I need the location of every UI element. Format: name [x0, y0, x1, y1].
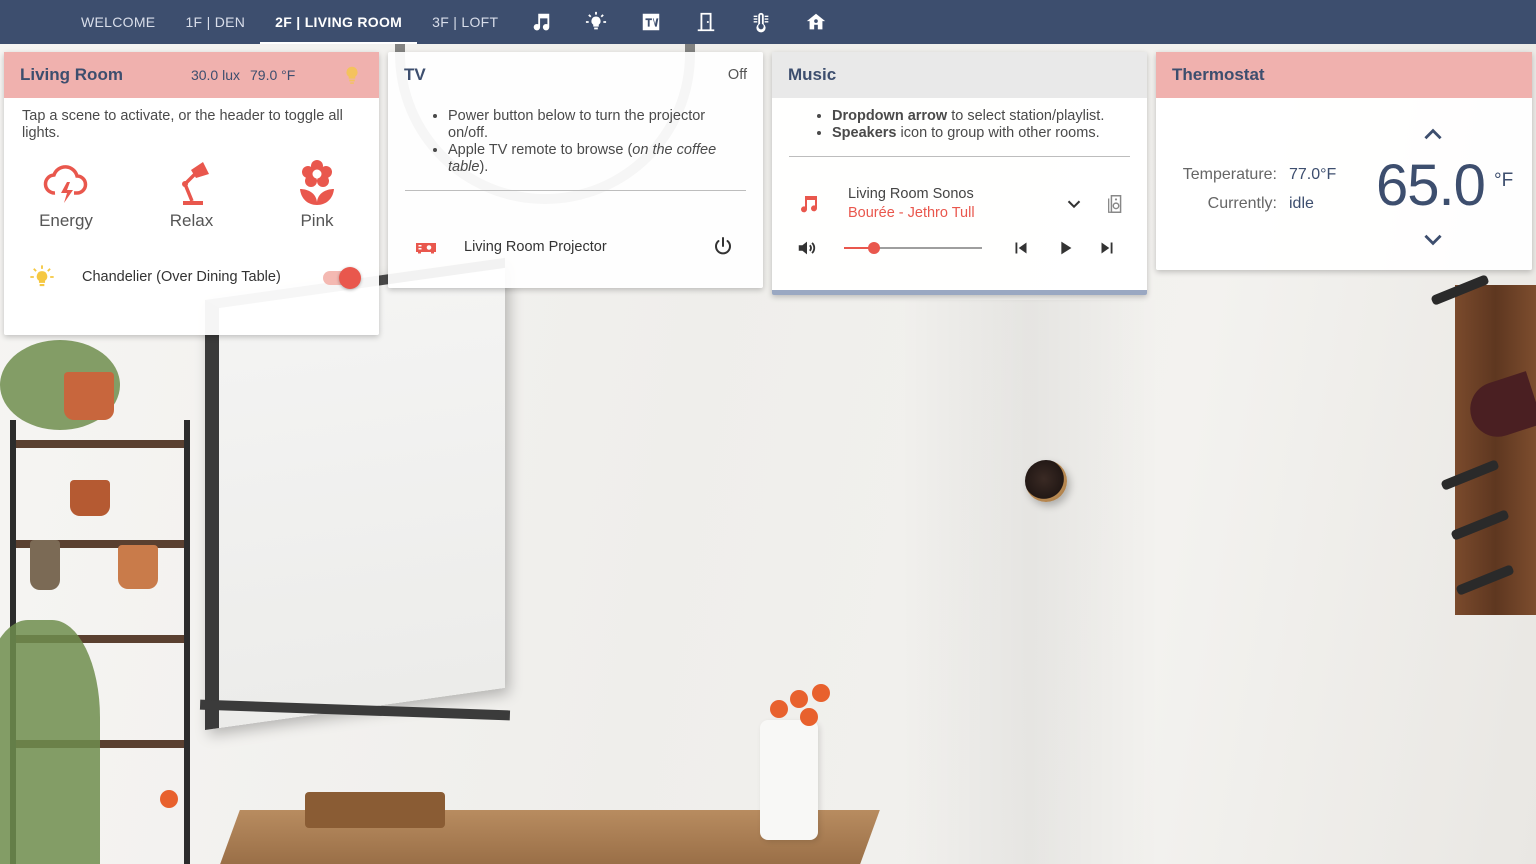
card-title: Living Room	[20, 65, 123, 84]
music-note-icon[interactable]	[513, 0, 568, 44]
living-room-header[interactable]: Living Room 30.0 lux 79.0 °F	[4, 52, 379, 98]
media-player-row: Living Room Sonos Bourée - Jethro Tull	[772, 157, 1147, 223]
list-item: Apple TV remote to browse (on the coffee…	[448, 142, 745, 176]
scene-label: Pink	[300, 211, 334, 230]
list-item: Dropdown arrow to select station/playlis…	[832, 108, 1129, 125]
vase	[760, 720, 818, 840]
tv-icon[interactable]	[623, 0, 678, 44]
divider	[405, 190, 746, 191]
projector-row: Living Room Projector	[388, 215, 763, 279]
entity-name: Living Room Projector	[464, 239, 607, 255]
music-card: Music Dropdown arrow to select station/p…	[772, 52, 1147, 295]
desk-lamp-icon	[181, 162, 209, 205]
card-title: TV	[404, 65, 426, 84]
target-temperature: 65.0	[1376, 153, 1486, 218]
thermometer-icon[interactable]	[733, 0, 788, 44]
tv-header: TV Off	[388, 52, 763, 98]
living-room-instructions: Tap a scene to activate, or the header t…	[22, 108, 343, 141]
volume-slider[interactable]	[844, 238, 982, 258]
card-title: Music	[788, 65, 837, 84]
light-name: Chandelier (Over Dining Table)	[82, 269, 281, 285]
list-item: Power button below to turn the projector…	[448, 108, 745, 142]
music-note-icon	[801, 196, 818, 213]
door-icon[interactable]	[678, 0, 733, 44]
tab-1f-den[interactable]: 1F | DEN	[170, 0, 260, 44]
thermostat-header: Thermostat	[1156, 52, 1532, 98]
previous-track-icon[interactable]	[1010, 237, 1032, 259]
speaker-icon[interactable]	[1105, 193, 1127, 215]
cloud-bolt-icon	[43, 165, 88, 203]
lightbulb-icon[interactable]	[568, 0, 623, 44]
scene-label: Energy	[39, 211, 93, 230]
tab-2f-living-room[interactable]: 2F | LIVING ROOM	[260, 0, 418, 44]
next-track-icon[interactable]	[1096, 237, 1118, 259]
temperature-value: 77.0°F	[1289, 166, 1337, 183]
card-title: Thermostat	[1172, 65, 1265, 84]
tv-instructions: Power button below to turn the projector…	[388, 98, 763, 176]
media-controls	[772, 223, 1147, 259]
player-name: Living Room Sonos	[848, 186, 974, 202]
home-icon[interactable]	[788, 0, 843, 44]
scene-label: Relax	[169, 211, 214, 230]
tv-state: Off	[727, 67, 747, 83]
lightbulb-icon[interactable]	[28, 263, 56, 291]
thermostat-card: Thermostat Temperature: Currently: 77.0°…	[1156, 52, 1532, 270]
wall-thermostat-device	[1025, 460, 1067, 502]
play-icon[interactable]	[1054, 237, 1076, 259]
currently-label: Currently:	[1207, 195, 1277, 212]
music-header: Music	[772, 52, 1147, 98]
hvac-state: idle	[1289, 195, 1314, 212]
chevron-down-icon[interactable]	[1063, 193, 1085, 215]
flower-icon	[300, 160, 334, 205]
scene-energy-button[interactable]: Energy	[34, 160, 98, 231]
chandelier-row: Chandelier (Over Dining Table)	[4, 231, 379, 291]
scene-pink-button[interactable]: Pink	[285, 160, 349, 231]
chandelier-toggle[interactable]	[321, 267, 361, 289]
temperature-label: Temperature:	[1182, 166, 1277, 183]
top-navigation: WELCOME 1F | DEN 2F | LIVING ROOM 3F | L…	[0, 0, 1536, 44]
wine-rack	[1455, 285, 1536, 615]
lightbulb-icon[interactable]	[341, 64, 363, 86]
scene-relax-button[interactable]: Relax	[160, 160, 224, 231]
power-icon[interactable]	[711, 235, 735, 259]
projector-icon	[416, 243, 436, 254]
chevron-down-icon[interactable]	[1420, 226, 1446, 252]
volume-icon[interactable]	[796, 237, 818, 259]
tab-3f-loft[interactable]: 3F | LOFT	[417, 0, 513, 44]
living-room-card: Living Room 30.0 lux 79.0 °F Tap a scene…	[4, 52, 379, 335]
music-instructions: Dropdown arrow to select station/playlis…	[772, 98, 1147, 142]
lux-reading: 30.0 lux	[190, 67, 240, 83]
tab-welcome[interactable]: WELCOME	[66, 0, 170, 44]
tv-card: TV Off Power button below to turn the pr…	[388, 52, 763, 288]
scene-list: Energy Relax Pink	[4, 142, 379, 231]
temperature-unit: °F	[1494, 170, 1514, 191]
now-playing: Bourée - Jethro Tull	[848, 205, 975, 221]
chevron-up-icon[interactable]	[1420, 122, 1446, 148]
list-item: Speakers icon to group with other rooms.	[832, 125, 1129, 142]
temperature-reading: 79.0 °F	[250, 67, 296, 83]
